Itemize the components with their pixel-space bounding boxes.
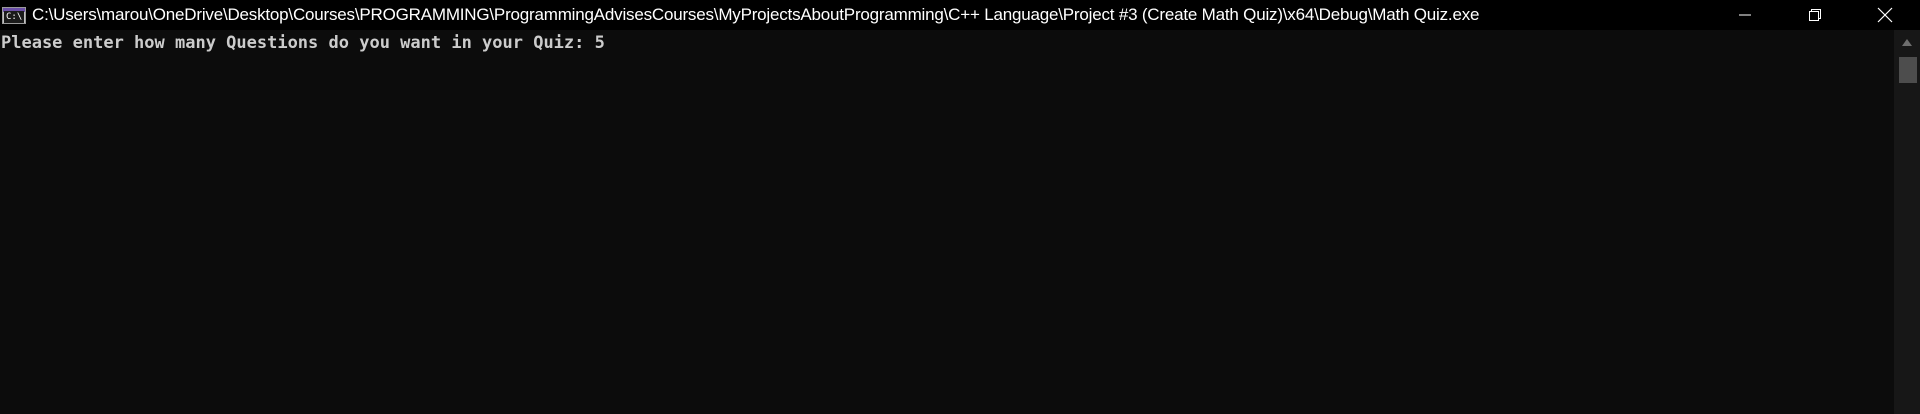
scroll-thumb[interactable]	[1899, 57, 1917, 83]
window-title: C:\Users\marou\OneDrive\Desktop\Courses\…	[32, 5, 1480, 24]
close-icon	[1877, 7, 1893, 23]
console-prompt: Please enter how many Questions do you w…	[1, 33, 595, 53]
vertical-scrollbar[interactable]	[1894, 30, 1920, 414]
scroll-up-button[interactable]	[1894, 30, 1920, 54]
app-icon-label: C:\	[4, 10, 25, 23]
restore-icon	[1809, 9, 1821, 21]
close-button[interactable]	[1850, 0, 1920, 30]
console-output[interactable]: Please enter how many Questions do you w…	[0, 30, 1894, 414]
window-controls	[1710, 0, 1920, 30]
minimize-button[interactable]	[1710, 0, 1780, 30]
minimize-icon	[1739, 14, 1751, 16]
console-input: 5	[594, 33, 605, 53]
console-line: Please enter how many Questions do you w…	[1, 32, 605, 54]
console-window: C:\ C:\Users\marou\OneDrive\Desktop\Cour…	[0, 0, 1920, 414]
title-bar[interactable]: C:\ C:\Users\marou\OneDrive\Desktop\Cour…	[0, 0, 1920, 30]
scroll-up-arrow-icon	[1902, 38, 1912, 46]
console-app-icon[interactable]: C:\	[2, 6, 26, 24]
restore-button[interactable]	[1780, 0, 1850, 30]
